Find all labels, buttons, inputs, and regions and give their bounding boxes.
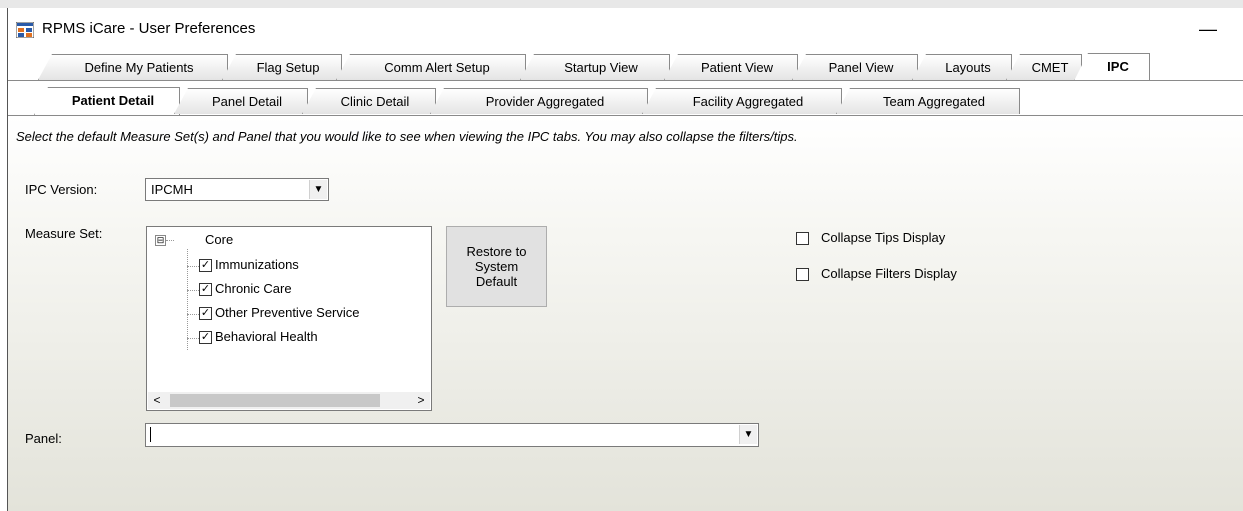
tree-item-other-preventive-service[interactable]: Other Preventive Service [215,305,360,320]
panel-select[interactable]: ▼ [145,423,759,447]
scroll-left-icon[interactable]: < [148,392,166,409]
ipc-sub-tab-strip: Patient Detail Panel Detail Clinic Detai… [8,87,1243,116]
tab-divider [8,80,1243,81]
horizontal-scrollbar[interactable]: < > [148,392,430,409]
tab-panel-detail[interactable]: Panel Detail [174,88,308,114]
panel-label: Panel: [25,431,62,446]
patient-detail-panel: Select the default Measure Set(s) and Pa… [8,116,1243,511]
checkmark-icon[interactable]: ✓ [199,259,212,272]
tab-comm-alert-setup[interactable]: Comm Alert Setup [336,54,526,80]
window-title: RPMS iCare - User Preferences [42,20,256,37]
checkmark-icon[interactable]: ✓ [199,283,212,296]
checkmark-icon[interactable]: ✓ [199,331,212,344]
tree-item-immunizations[interactable]: Immunizations [215,257,299,272]
checkmark-icon[interactable]: ✓ [199,307,212,320]
main-tab-strip: Define My Patients Flag Setup Comm Alert… [8,53,1243,82]
tab-cmet[interactable]: CMET [1006,54,1082,80]
tree-item-behavioral-health[interactable]: Behavioral Health [215,329,318,344]
tree-connector [166,240,174,241]
ipc-version-value: IPCMH [151,182,193,197]
app-window-icon [16,22,34,38]
tree-connector [187,338,199,339]
tree-connector [187,266,199,267]
panel-value[interactable] [150,427,151,442]
tab-patient-view[interactable]: Patient View [664,54,798,80]
tab-layouts[interactable]: Layouts [912,54,1012,80]
tab-ipc[interactable]: IPC [1074,53,1150,81]
tree-root-core[interactable]: Core [205,232,233,247]
minimize-button[interactable]: — [1188,14,1228,44]
preferences-window: RPMS iCare - User Preferences — Define M… [7,8,1243,511]
tree-connector [187,290,199,291]
chevron-down-icon[interactable]: ▼ [309,180,327,199]
tab-facility-aggregated[interactable]: Facility Aggregated [642,88,842,114]
measure-set-label: Measure Set: [25,226,103,241]
collapse-tips-checkbox[interactable] [796,232,809,245]
tree-connector [187,249,188,350]
chevron-down-icon[interactable]: ▼ [739,425,757,444]
instruction-text: Select the default Measure Set(s) and Pa… [16,129,798,144]
restore-default-button[interactable]: Restore to System Default [446,226,547,307]
scroll-right-icon[interactable]: > [412,392,430,409]
tab-panel-view[interactable]: Panel View [792,54,918,80]
ipc-version-select[interactable]: IPCMH ▼ [145,178,329,201]
measure-set-tree[interactable]: ⊟ Core ✓ Immunizations ✓ Chronic Care ✓ … [146,226,432,411]
collapse-filters-label[interactable]: Collapse Filters Display [821,266,957,281]
collapse-icon[interactable]: ⊟ [155,235,166,246]
tab-patient-detail[interactable]: Patient Detail [34,87,180,115]
collapse-tips-label[interactable]: Collapse Tips Display [821,230,945,245]
tree-item-chronic-care[interactable]: Chronic Care [215,281,292,296]
background-strip [0,0,1243,8]
title-bar: RPMS iCare - User Preferences — [8,8,1243,52]
scrollbar-thumb[interactable] [170,394,380,407]
collapse-filters-checkbox[interactable] [796,268,809,281]
tree-connector [187,314,199,315]
tab-startup-view[interactable]: Startup View [520,54,670,80]
tab-define-my-patients[interactable]: Define My Patients [38,54,228,80]
tab-team-aggregated[interactable]: Team Aggregated [836,88,1020,114]
tab-clinic-detail[interactable]: Clinic Detail [302,88,436,114]
ipc-version-label: IPC Version: [25,182,98,197]
tab-provider-aggregated[interactable]: Provider Aggregated [430,88,648,114]
tab-flag-setup[interactable]: Flag Setup [222,54,342,80]
